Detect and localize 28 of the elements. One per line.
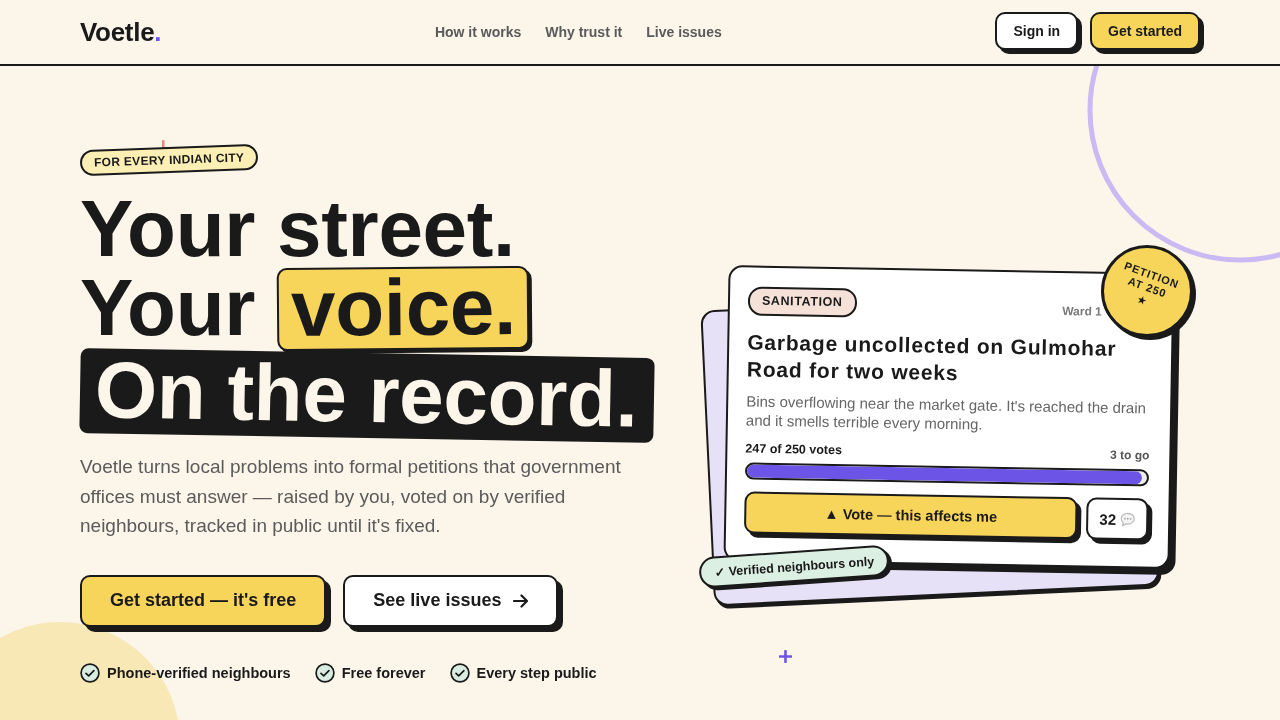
dash-icon [162,140,165,148]
logo[interactable]: Voetle. [80,16,162,48]
vote-button[interactable]: ▲ Vote — this affects me [743,491,1078,540]
nav-link[interactable]: Why trust it [545,24,623,40]
check-circle-icon [314,662,335,683]
tagline-badge: FOR EVERY INDIAN CITY [79,143,259,177]
issue-title: Garbage uncollected on Gulmohar Road for two weeks [746,329,1118,387]
nav-link[interactable]: How it works [434,24,522,40]
votes-remaining: 3 to go [1109,447,1150,463]
ward-label: Ward 1 [1062,303,1102,319]
comments-button[interactable]: 32 [1085,497,1149,541]
feature-label: Free forever [341,664,426,681]
nav-link[interactable]: Live issues [646,24,722,40]
star-icon: ★ [1135,292,1150,309]
feature-label: Phone-verified neighbours [107,664,291,681]
feature-label: Every step public [476,664,597,681]
issue-description: Bins overflowing near the market gate. It's reached the drain and it smells terrible every morning. [745,391,1148,435]
headline-text: Your [80,270,256,346]
headline-banner: On the record. [79,348,655,443]
plus-icon [779,650,792,663]
category-tag: SANITATION [747,286,857,318]
headline-text: Your street. [80,191,516,267]
comment-icon [1119,511,1136,527]
check-circle-icon [449,662,470,683]
check-circle-icon [80,662,100,683]
highlighted-word: voice. [276,265,530,352]
hero-description: Voetle turns local problems into formal petitions that government offices must answer — raised by you, voted on by verified neighbours, tracked in public until it's fixed. [80,455,622,538]
vote-count: 247 of 250 votes [745,441,843,458]
